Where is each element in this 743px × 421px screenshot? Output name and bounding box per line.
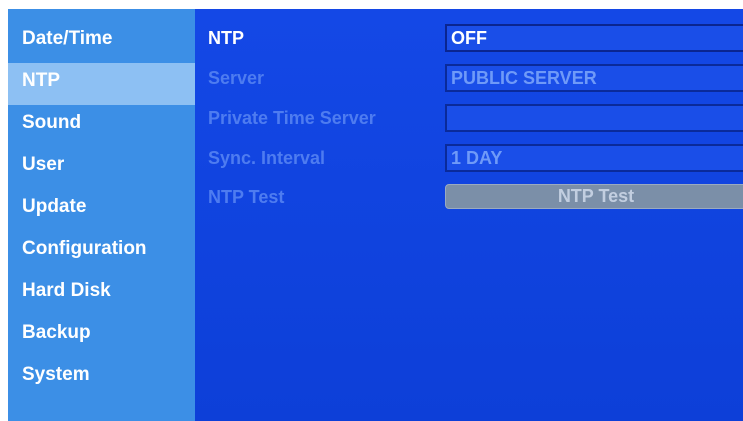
ntp-select[interactable]: OFF [445,24,743,52]
sidebar-item-update[interactable]: Update [8,189,195,231]
sync-interval-row: Sync. Interval 1 DAY [195,144,743,172]
settings-screen: Date/Time NTP Sound User Update Configur… [8,9,743,421]
sidebar-item-backup[interactable]: Backup [8,315,195,357]
ntp-label: NTP [208,28,244,48]
sidebar-menu: Date/Time NTP Sound User Update Configur… [8,9,195,421]
sidebar-item-user[interactable]: User [8,147,195,189]
ntp-test-label: NTP Test [208,187,285,207]
private-server-input[interactable] [445,104,743,132]
server-row: Server PUBLIC SERVER [195,64,743,92]
ntp-test-row: NTP Test NTP Test [195,183,743,211]
sidebar-item-system[interactable]: System [8,357,195,399]
ntp-test-button[interactable]: NTP Test [445,184,743,209]
private-server-row: Private Time Server [195,104,743,132]
sync-interval-select[interactable]: 1 DAY [445,144,743,172]
ntp-settings-panel: NTP OFF Server PUBLIC SERVER Private Tim… [195,9,743,421]
sync-interval-label: Sync. Interval [208,148,326,168]
sidebar-item-configuration[interactable]: Configuration [8,231,195,273]
ntp-row: NTP OFF [195,24,743,52]
sidebar-item-hard-disk[interactable]: Hard Disk [8,273,195,315]
sidebar-item-sound[interactable]: Sound [8,105,195,147]
server-select[interactable]: PUBLIC SERVER [445,64,743,92]
sidebar-item-ntp[interactable]: NTP [8,63,195,105]
private-server-label: Private Time Server [208,108,376,128]
sidebar-item-date-time[interactable]: Date/Time [8,21,195,63]
server-label: Server [208,68,265,88]
